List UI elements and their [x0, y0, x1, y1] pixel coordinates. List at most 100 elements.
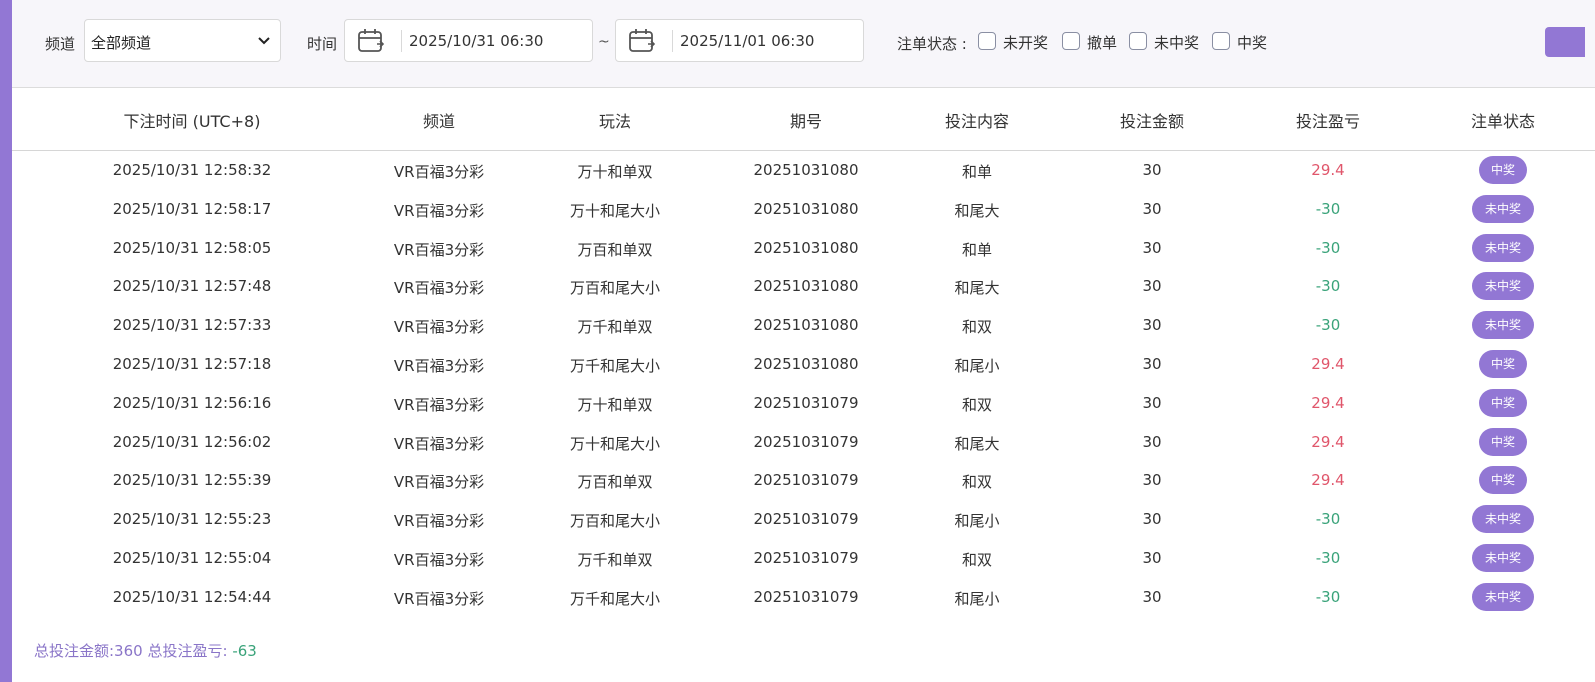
- status-checkbox-lost[interactable]: [1129, 32, 1147, 50]
- cell-issue: 20251031080: [753, 316, 859, 335]
- cell-content: 和双: [961, 551, 993, 569]
- status-badge: 中奖: [1479, 350, 1527, 378]
- cell-pnl: 29.4: [1311, 471, 1345, 490]
- cell-pnl: -30: [1315, 510, 1341, 529]
- channel-select-value: 全部频道: [91, 34, 152, 52]
- cell-content: 和尾小: [954, 512, 1000, 531]
- filter-bar: 频道 全部频道 时间 2025/10/31 06:30 ~ 2025/11/01…: [12, 0, 1595, 88]
- cell-channel: VR百福3分彩: [393, 589, 485, 608]
- cell-pnl: -30: [1315, 238, 1341, 257]
- cell-pnl: -30: [1315, 277, 1341, 296]
- cell-content: 和单: [961, 240, 993, 259]
- cell-issue: 20251031079: [753, 393, 859, 412]
- table-row: 2025/10/31 12:56:16 VR百福3分彩 万十和单双 202510310…: [12, 384, 1595, 423]
- range-separator: ~: [598, 34, 610, 50]
- cell-time: 2025/10/31 12:55:04: [112, 549, 272, 567]
- col-header-pnl: 投注盈亏: [1295, 112, 1361, 131]
- cell-play: 万百和尾大小: [569, 512, 661, 531]
- cell-play: 万千和单双: [577, 551, 653, 569]
- cell-amount: 30: [1142, 277, 1162, 296]
- cell-amount: 30: [1142, 510, 1162, 529]
- cell-amount: 30: [1142, 393, 1162, 412]
- cell-issue: 20251031080: [753, 238, 859, 257]
- cell-time: 2025/10/31 12:58:05: [112, 238, 272, 257]
- calendar-icon: [629, 29, 656, 52]
- col-header-channel: 频道: [422, 112, 456, 131]
- cell-time: 2025/10/31 12:55:39: [112, 471, 272, 490]
- cell-issue: 20251031080: [753, 199, 859, 218]
- cell-content: 和尾大: [954, 434, 1000, 453]
- status-checkbox-cancelled[interactable]: [1062, 32, 1080, 50]
- cell-content: 和尾小: [954, 589, 1000, 608]
- cell-pnl: 29.4: [1311, 161, 1345, 179]
- status-label-pending: 未开奖: [1003, 34, 1049, 52]
- table-row: 2025/10/31 12:54:44 VR百福3分彩 万千和尾大小 20251031…: [12, 578, 1595, 617]
- cell-content: 和尾大: [954, 201, 1000, 220]
- end-time-picker[interactable]: 2025/11/01 06:30: [615, 19, 864, 62]
- channel-select[interactable]: 全部频道: [84, 19, 281, 62]
- calendar-icon: [358, 29, 385, 52]
- table-row: 2025/10/31 12:57:18 VR百福3分彩 万千和尾大小 20251031…: [12, 345, 1595, 384]
- status-label-cancelled: 撤单: [1087, 34, 1118, 52]
- cell-amount: 30: [1142, 587, 1162, 606]
- cell-channel: VR百福3分彩: [393, 473, 485, 492]
- cell-amount: 30: [1142, 161, 1162, 179]
- status-checkbox-pending[interactable]: [978, 32, 996, 50]
- status-label-lost: 未中奖: [1154, 34, 1200, 52]
- cell-pnl: -30: [1315, 587, 1341, 606]
- cell-play: 万百和单双: [577, 240, 653, 259]
- status-label: 注单状态 :: [897, 35, 967, 53]
- cell-time: 2025/10/31 12:55:23: [112, 510, 272, 529]
- chevron-down-icon: [258, 37, 270, 45]
- summary-footer: 总投注金额:360 总投注盈亏: -63: [34, 640, 257, 661]
- cell-play: 万百和尾大小: [569, 279, 661, 298]
- table-row: 2025/10/31 12:55:04 VR百福3分彩 万千和单双 202510310…: [12, 539, 1595, 578]
- cell-amount: 30: [1142, 432, 1162, 451]
- cell-pnl: 29.4: [1311, 432, 1345, 451]
- cell-time: 2025/10/31 12:58:32: [112, 161, 272, 179]
- cell-play: 万十和尾大小: [569, 201, 661, 220]
- status-badge: 未中奖: [1472, 544, 1534, 572]
- start-time-picker[interactable]: 2025/10/31 06:30: [344, 19, 593, 62]
- cell-amount: 30: [1142, 355, 1162, 373]
- cell-time: 2025/10/31 12:57:18: [112, 355, 272, 373]
- status-checkbox-won[interactable]: [1212, 32, 1230, 50]
- cell-time: 2025/10/31 12:58:17: [112, 199, 272, 218]
- date-divider: [401, 30, 402, 52]
- cell-play: 万千和尾大小: [569, 357, 661, 375]
- cell-pnl: 29.4: [1311, 355, 1345, 373]
- table-row: 2025/10/31 12:58:17 VR百福3分彩 万十和尾大小 20251031…: [12, 190, 1595, 229]
- cell-content: 和尾大: [954, 279, 1000, 298]
- status-badge: 中奖: [1479, 466, 1527, 495]
- cell-play: 万百和单双: [577, 473, 653, 492]
- status-badge: 未中奖: [1472, 311, 1534, 340]
- cell-amount: 30: [1142, 549, 1162, 567]
- table-header: 下注时间 (UTC+8) 频道 玩法 期号 投注内容 投注金额 投注盈亏 注单状…: [12, 88, 1595, 151]
- start-time-value: 2025/10/31 06:30: [409, 32, 544, 50]
- cell-channel: VR百福3分彩: [393, 318, 485, 337]
- cell-time: 2025/10/31 12:57:33: [112, 316, 272, 335]
- status-badge: 未中奖: [1472, 233, 1534, 262]
- cell-amount: 30: [1142, 316, 1162, 335]
- left-accent-strip: [0, 0, 12, 682]
- col-header-play: 玩法: [598, 112, 632, 131]
- cell-play: 万千和尾大小: [569, 589, 661, 608]
- end-time-value: 2025/11/01 06:30: [680, 32, 815, 50]
- table-row: 2025/10/31 12:58:05 VR百福3分彩 万百和单双 202510310…: [12, 229, 1595, 268]
- table-row: 2025/10/31 12:58:32 VR百福3分彩 万十和单双 202510310…: [12, 151, 1595, 190]
- cell-channel: VR百福3分彩: [393, 201, 485, 220]
- cell-issue: 20251031079: [753, 587, 859, 606]
- status-label-won: 中奖: [1237, 34, 1268, 52]
- cell-amount: 30: [1142, 199, 1162, 218]
- cell-content: 和单: [961, 163, 993, 181]
- col-header-issue: 期号: [789, 112, 823, 131]
- status-badge: 未中奖: [1472, 505, 1534, 534]
- cell-pnl: -30: [1315, 316, 1341, 335]
- cell-issue: 20251031079: [753, 549, 859, 567]
- table-row: 2025/10/31 12:55:39 VR百福3分彩 万百和单双 202510310…: [12, 461, 1595, 500]
- cell-play: 万十和单双: [577, 163, 653, 181]
- status-badge: 中奖: [1479, 427, 1527, 456]
- search-button[interactable]: [1545, 27, 1585, 57]
- cell-time: 2025/10/31 12:56:02: [112, 432, 272, 451]
- cell-issue: 20251031079: [753, 471, 859, 490]
